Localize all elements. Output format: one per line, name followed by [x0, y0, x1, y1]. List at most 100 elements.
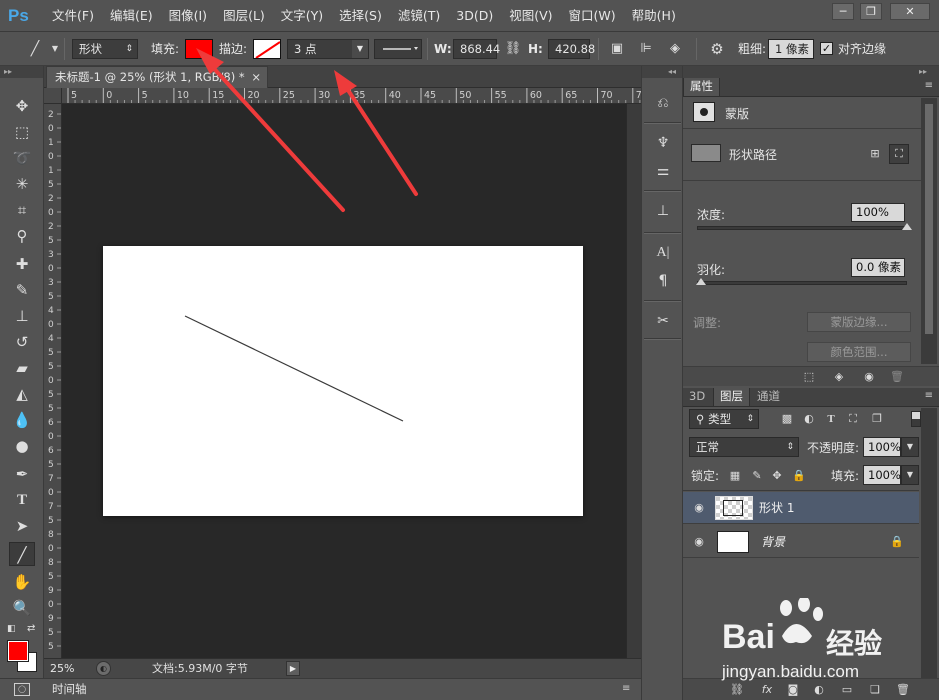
history-panel-icon[interactable]: ⎌ — [652, 92, 674, 114]
height-field[interactable]: 420.88 — [548, 39, 595, 59]
magic-wand-tool-icon[interactable]: ✳ — [9, 172, 35, 196]
line-tool-icon[interactable]: ╱ — [9, 542, 35, 566]
lock-all-icon[interactable]: 🔒 — [791, 468, 807, 484]
fill-color-swatch[interactable] — [185, 39, 213, 59]
blend-mode-select[interactable]: 正常 ⇕ — [689, 437, 799, 457]
menu-image[interactable]: 图像(I) — [161, 0, 215, 32]
fill-opacity-field[interactable]: 100% — [863, 465, 901, 485]
stroke-size-field[interactable]: 3 点 ▼ — [287, 39, 369, 59]
blur-tool-icon[interactable]: 💧 — [9, 408, 35, 432]
chevron-down-icon[interactable]: ▼ — [46, 40, 64, 58]
filter-pixel-icon[interactable]: ▩ — [779, 411, 795, 427]
feather-slider-track[interactable] — [697, 281, 907, 285]
opacity-field[interactable]: 100% — [863, 437, 901, 457]
eye-icon[interactable]: ◉ — [691, 500, 707, 516]
vector-mask-icon[interactable]: ⛶ — [889, 144, 909, 164]
layer-row-shape[interactable]: ◉ 形状 1 — [683, 492, 919, 524]
feather-slider-thumb[interactable] — [696, 278, 706, 285]
restore-button[interactable]: ❐ — [860, 3, 882, 20]
menu-select[interactable]: 选择(S) — [331, 0, 390, 32]
add-mask-icon[interactable]: ⊞ — [867, 146, 883, 162]
menu-view[interactable]: 视图(V) — [501, 0, 560, 32]
width-field[interactable]: 868.44 — [453, 39, 500, 59]
layer-filter-kind-select[interactable]: ⚲ 类型 ⇕ — [689, 409, 759, 429]
tool-presets-panel-icon[interactable]: ✂ — [652, 310, 674, 332]
vertical-scrollbar[interactable] — [626, 104, 641, 658]
timeline-label[interactable]: 时间轴 — [52, 679, 87, 700]
menu-help[interactable]: 帮助(H) — [624, 0, 684, 32]
timeline-icon[interactable]: ◯ — [14, 683, 30, 696]
filter-smart-object-icon[interactable]: ❐ — [869, 411, 885, 427]
lasso-tool-icon[interactable]: ➰ — [9, 146, 35, 170]
lock-image-icon[interactable]: ✎ — [749, 468, 765, 484]
character-panel-icon[interactable]: A| — [652, 242, 674, 264]
foreground-color-swatch[interactable] — [7, 640, 29, 662]
canvas-workspace[interactable] — [62, 104, 626, 658]
lock-position-icon[interactable]: ✥ — [769, 468, 785, 484]
artboard[interactable] — [103, 246, 583, 516]
line-tool-preset-icon[interactable]: ╱ — [26, 40, 44, 58]
swap-colors-icon[interactable]: ⇄ — [27, 623, 35, 634]
menu-file[interactable]: 文件(F) — [44, 0, 102, 32]
status-menu-arrow-icon[interactable]: ▶ — [286, 661, 300, 676]
eraser-tool-icon[interactable]: ▰ — [9, 356, 35, 380]
paint-bucket-tool-icon[interactable]: ◭ — [9, 382, 35, 406]
history-brush-tool-icon[interactable]: ↺ — [9, 330, 35, 354]
vertical-ruler[interactable]: 2 0 1 0 1 5 2 0 2 5 3 0 3 5 4 0 4 5 5 0 5 5 6 0 6 5 7 0 7 5 8 0 8 5 9 0 9 5 5 — [44, 104, 62, 658]
document-tab[interactable]: 未标题-1 @ 25% (形状 1, RGB/8) * × — [46, 66, 268, 88]
type-tool-icon[interactable]: T — [9, 488, 35, 512]
marquee-tool-icon[interactable]: ⬚ — [9, 120, 35, 144]
brush-tool-icon[interactable]: ✎ — [9, 278, 35, 302]
layer-name[interactable]: 形状 1 — [759, 492, 794, 524]
apply-mask-icon[interactable]: ◈ — [831, 369, 847, 385]
panel-menu-icon[interactable]: ≡ — [622, 683, 630, 694]
trash-icon[interactable]: 🗑 — [889, 369, 905, 385]
tab-channels[interactable]: 通道 — [751, 388, 786, 406]
ruler-origin[interactable] — [44, 88, 62, 104]
path-arrangement-icon[interactable]: ◈ — [666, 40, 684, 58]
brush-settings-panel-icon[interactable]: ⚌ — [652, 160, 674, 182]
color-range-button[interactable]: 颜色范围... — [807, 342, 911, 362]
menu-3d[interactable]: 3D(D) — [448, 0, 501, 32]
menu-edit[interactable]: 编辑(E) — [102, 0, 161, 32]
chevron-down-icon[interactable]: ▼ — [901, 465, 919, 485]
eyedropper-tool-icon[interactable]: ⚲ — [9, 224, 35, 248]
filter-toggle[interactable] — [911, 411, 921, 427]
filter-type-icon[interactable]: T — [823, 411, 839, 427]
density-slider-track[interactable] — [697, 226, 907, 230]
chevron-down-icon[interactable]: ▼ — [901, 437, 919, 457]
layer-row-background[interactable]: ◉ 背景 🔒 — [683, 526, 919, 558]
eye-icon[interactable]: ◉ — [861, 369, 877, 385]
default-colors-icon[interactable]: ◧ — [7, 624, 16, 634]
properties-scroll-thumb[interactable] — [925, 104, 933, 334]
path-alignment-icon[interactable]: ⊫ — [637, 40, 655, 58]
minimize-button[interactable]: ─ — [832, 3, 854, 20]
eye-icon[interactable]: ◉ — [691, 534, 707, 550]
layers-scrollbar[interactable] — [921, 408, 937, 678]
dock-collapse-icon[interactable]: ◂◂ — [642, 66, 682, 78]
healing-brush-tool-icon[interactable]: ✚ — [9, 252, 35, 276]
feather-field[interactable]: 0.0 像素 — [851, 258, 905, 277]
density-slider-thumb[interactable] — [902, 223, 912, 230]
stroke-type-select[interactable] — [374, 39, 422, 59]
close-icon[interactable]: × — [251, 67, 261, 87]
pen-tool-icon[interactable]: ✒ — [9, 462, 35, 486]
weight-field[interactable]: 1 像素 — [768, 39, 814, 59]
menu-filter[interactable]: 滤镜(T) — [390, 0, 448, 32]
menu-layer[interactable]: 图层(L) — [215, 0, 273, 32]
path-operations-icon[interactable]: ▣ — [608, 40, 626, 58]
path-selection-tool-icon[interactable]: ➤ — [9, 514, 35, 538]
zoom-level[interactable]: 25% — [50, 659, 92, 678]
panel-menu-icon[interactable]: ≡ — [925, 80, 933, 91]
filter-adjustment-icon[interactable]: ◐ — [801, 411, 817, 427]
density-field[interactable]: 100% — [851, 203, 905, 222]
tab-layers[interactable]: 图层 — [713, 388, 750, 406]
tool-mode-select[interactable]: 形状 ⇕ — [72, 39, 138, 59]
chevron-down-icon[interactable]: ▼ — [352, 40, 368, 58]
mask-edge-button[interactable]: 蒙版边缘... — [807, 312, 911, 332]
menu-window[interactable]: 窗口(W) — [561, 0, 624, 32]
clone-source-panel-icon[interactable]: ⊥ — [652, 200, 674, 222]
dodge-tool-icon[interactable]: ● — [9, 434, 35, 458]
layer-name[interactable]: 背景 — [761, 526, 785, 558]
filter-shape-icon[interactable]: ⛶ — [845, 411, 861, 427]
